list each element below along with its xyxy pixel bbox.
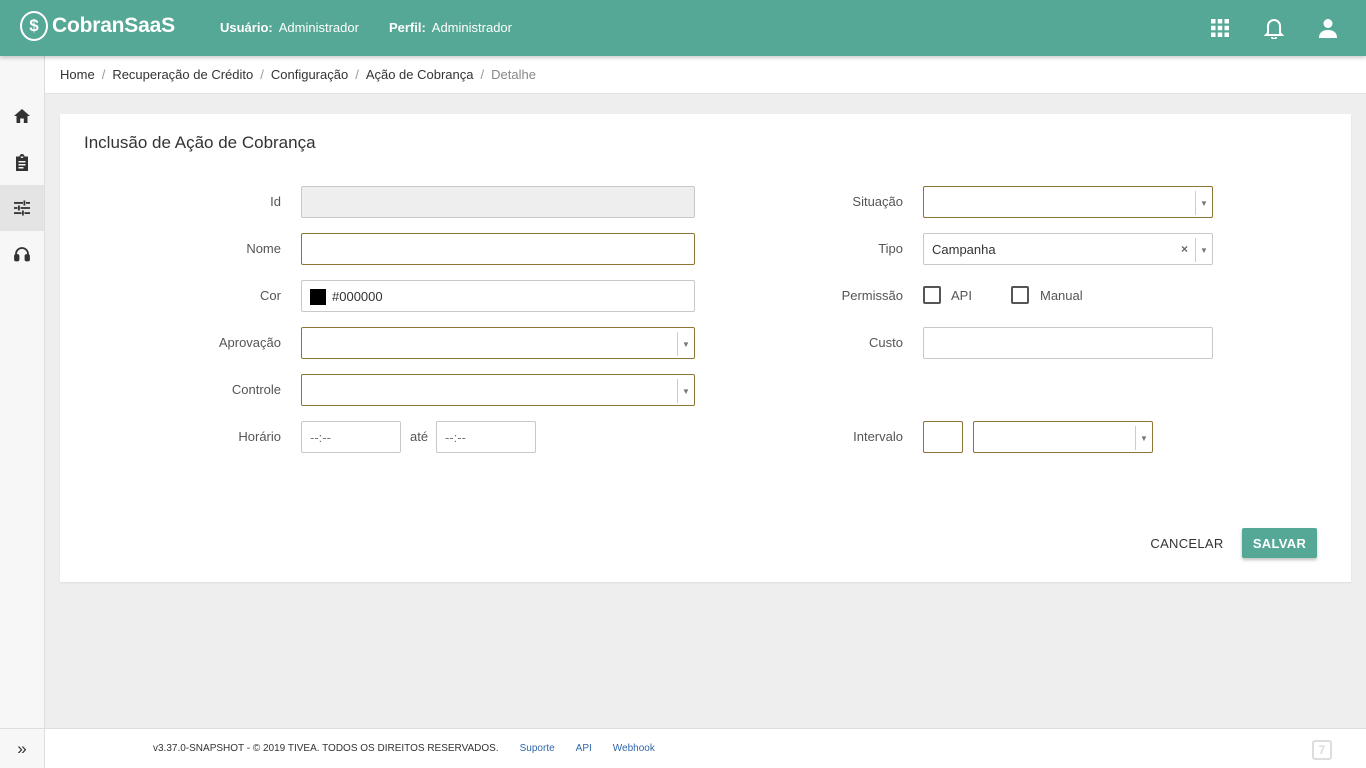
dropdown-arrow-icon[interactable]: ▼ — [677, 332, 694, 356]
home-icon — [14, 109, 30, 123]
intervalo-label: Intervalo — [853, 429, 903, 444]
cor-label: Cor — [260, 288, 281, 303]
id-label: Id — [270, 194, 281, 209]
account-icon[interactable] — [1318, 16, 1338, 40]
page-title: Inclusão de Ação de Cobrança — [84, 133, 316, 152]
save-button[interactable]: SALVAR — [1242, 528, 1317, 558]
top-app-bar: $ CobranSaaS Usuário: Administrador Perf… — [0, 0, 1366, 56]
nome-field[interactable] — [301, 233, 695, 265]
horario-start-placeholder: --:-- — [310, 430, 331, 445]
clear-icon[interactable]: × — [1181, 242, 1188, 256]
footer: v3.37.0-SNAPSHOT - © 2019 TIVEA. TODOS O… — [45, 728, 1366, 768]
permissao-manual-checkbox[interactable] — [1011, 286, 1029, 304]
nav-settings[interactable] — [0, 185, 44, 231]
user-info: Usuário: Administrador Perfil: Administr… — [220, 20, 542, 35]
aprovacao-select[interactable]: ▼ — [301, 327, 695, 359]
nome-label: Nome — [246, 241, 281, 256]
tivea-logo-icon: 7 — [1312, 740, 1332, 760]
breadcrumb-home[interactable]: Home — [60, 67, 95, 82]
dropdown-arrow-icon[interactable]: ▼ — [1135, 426, 1152, 450]
color-swatch[interactable] — [310, 289, 326, 305]
dropdown-arrow-icon[interactable]: ▼ — [1195, 238, 1212, 262]
horario-end-field[interactable]: --:-- — [436, 421, 536, 453]
tipo-value: Campanha — [932, 242, 996, 257]
dropdown-arrow-icon[interactable]: ▼ — [1195, 191, 1212, 215]
cancel-button[interactable]: CANCELAR — [1144, 528, 1230, 558]
tipo-label: Tipo — [878, 241, 903, 256]
footer-link-webhook[interactable]: Webhook — [613, 743, 655, 754]
copyright-text: v3.37.0-SNAPSHOT - © 2019 TIVEA. TODOS O… — [153, 743, 499, 754]
dropdown-arrow-icon[interactable]: ▼ — [677, 379, 694, 403]
controle-label: Controle — [231, 382, 281, 397]
horario-end-placeholder: --:-- — [445, 430, 466, 445]
user-value: Administrador — [278, 20, 359, 35]
profile-label: Perfil: — [388, 20, 426, 35]
breadcrumb-acao-cobranca[interactable]: Ação de Cobrança — [366, 67, 474, 82]
situacao-label: Situação — [852, 194, 903, 209]
nav-support[interactable] — [0, 231, 44, 277]
breadcrumb-recuperacao[interactable]: Recuperação de Crédito — [112, 67, 253, 82]
custo-field[interactable] — [923, 327, 1213, 359]
side-nav: » — [0, 56, 45, 768]
breadcrumb-separator: / — [480, 67, 485, 82]
profile-value: Administrador — [431, 20, 512, 35]
breadcrumb: Home / Recuperação de Crédito / Configur… — [45, 56, 1366, 94]
breadcrumb-separator: / — [355, 67, 359, 82]
headset-icon — [14, 247, 30, 262]
app-logo[interactable]: $ CobranSaaS — [20, 11, 175, 41]
intervalo-unit-select[interactable]: ▼ — [973, 421, 1153, 453]
breadcrumb-configuracao[interactable]: Configuração — [271, 67, 348, 82]
id-field — [301, 186, 695, 218]
tipo-select[interactable]: Campanha × ▼ — [923, 233, 1213, 265]
horario-separator: até — [410, 429, 429, 444]
user-label: Usuário: — [220, 20, 273, 35]
breadcrumb-current: Detalhe — [491, 67, 536, 82]
form-card: Inclusão de Ação de Cobrança Id Nome Cor… — [60, 114, 1351, 582]
logo-coin-icon: $ — [20, 11, 48, 41]
breadcrumb-separator: / — [101, 67, 106, 82]
sidebar-expand-button[interactable]: » — [0, 728, 44, 768]
footer-link-api[interactable]: API — [576, 743, 592, 754]
tune-icon — [14, 200, 30, 216]
intervalo-field[interactable] — [923, 421, 963, 453]
clipboard-icon — [16, 153, 28, 171]
permissao-api-label: API — [951, 288, 972, 303]
custo-label: Custo — [869, 335, 903, 350]
footer-link-suporte[interactable]: Suporte — [520, 743, 555, 754]
permissao-api-checkbox[interactable] — [923, 286, 941, 304]
aprovacao-label: Aprovação — [218, 335, 281, 350]
double-chevron-right-icon: » — [17, 738, 27, 758]
nav-clipboard[interactable] — [0, 139, 44, 185]
bell-icon[interactable] — [1264, 16, 1284, 40]
permissao-label: Permissão — [841, 288, 903, 303]
situacao-select[interactable]: ▼ — [923, 186, 1213, 218]
logo-text: CobranSaaS — [52, 14, 175, 37]
horario-label: Horário — [238, 429, 281, 444]
apps-grid-icon[interactable] — [1210, 16, 1230, 40]
nav-home[interactable] — [0, 93, 44, 139]
controle-select[interactable]: ▼ — [301, 374, 695, 406]
cor-field[interactable]: #000000 — [301, 280, 695, 312]
horario-start-field[interactable]: --:-- — [301, 421, 401, 453]
permissao-manual-label: Manual — [1040, 288, 1083, 303]
breadcrumb-separator: / — [260, 67, 264, 82]
cor-value: #000000 — [332, 289, 383, 304]
